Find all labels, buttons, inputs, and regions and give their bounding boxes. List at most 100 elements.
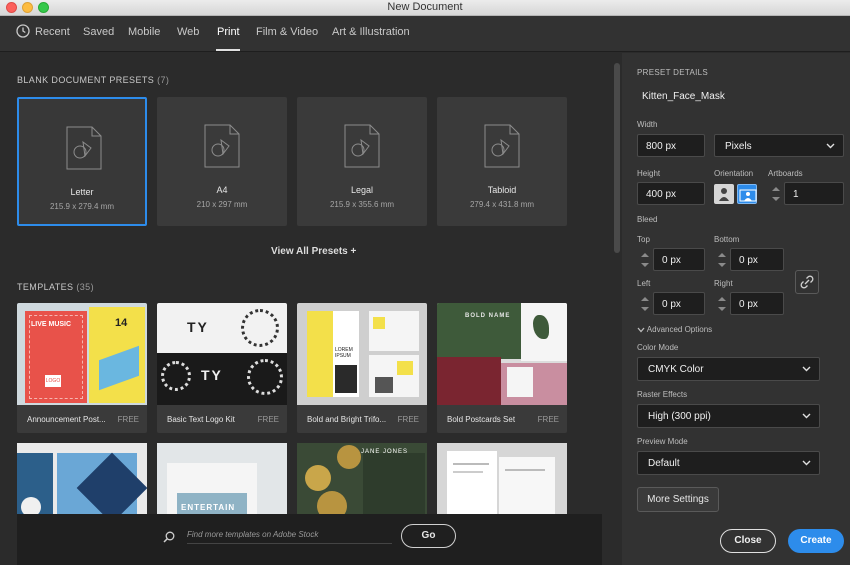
close-button[interactable]: Close xyxy=(720,529,776,553)
artboards-label: Artboards xyxy=(768,169,803,178)
tab-art-illustration[interactable]: Art & Illustration xyxy=(332,26,410,38)
raster-effects-label: Raster Effects xyxy=(637,390,688,399)
link-bleed-button[interactable] xyxy=(795,270,819,294)
bleed-right-stepper[interactable] xyxy=(714,293,730,315)
tab-recent[interactable]: Recent xyxy=(35,26,70,38)
stepper-down-icon[interactable] xyxy=(772,197,780,201)
height-value: 400 px xyxy=(646,189,677,200)
template-thumb-text: JANE JONES xyxy=(361,449,409,455)
chevron-down-icon xyxy=(802,460,811,466)
template-name: Bold and Bright Trifo... xyxy=(307,415,387,424)
more-settings-button[interactable]: More Settings xyxy=(637,487,719,512)
stepper-up-icon[interactable] xyxy=(718,297,726,301)
bleed-bottom-input[interactable]: 0 px xyxy=(730,248,784,271)
window-titlebar: New Document xyxy=(0,0,850,16)
document-shapes-icon xyxy=(484,124,520,168)
bleed-label: Bleed xyxy=(637,215,658,224)
chevron-down-icon xyxy=(802,366,811,372)
landscape-icon xyxy=(739,189,757,202)
stepper-up-icon[interactable] xyxy=(772,187,780,191)
search-icon xyxy=(163,531,175,543)
template-free-badge: FREE xyxy=(537,415,559,424)
bleed-bottom-value: 0 px xyxy=(739,255,758,266)
bleed-left-stepper[interactable] xyxy=(637,293,653,315)
template-announcement-poster[interactable]: LIVE MUSIC LOGO 14 Announcement Post... … xyxy=(17,303,147,433)
artboards-input[interactable]: 1 xyxy=(784,182,844,205)
color-mode-label: Color Mode xyxy=(637,343,679,352)
document-shapes-icon xyxy=(204,124,240,168)
preset-name: Letter xyxy=(70,187,94,197)
template-name: Bold Postcards Set xyxy=(447,415,516,424)
presets-section-label: BLANK DOCUMENT PRESETS (7) xyxy=(17,75,169,85)
bleed-top-label: Top xyxy=(637,235,650,244)
stepper-down-icon[interactable] xyxy=(718,263,726,267)
units-value: Pixels xyxy=(725,141,752,152)
presets-scrollbar[interactable] xyxy=(612,53,622,565)
tab-web[interactable]: Web xyxy=(177,26,199,38)
go-button[interactable]: Go xyxy=(401,524,456,548)
tab-mobile[interactable]: Mobile xyxy=(128,26,160,38)
bleed-right-input[interactable]: 0 px xyxy=(730,292,784,315)
bleed-top-input[interactable]: 0 px xyxy=(653,248,705,271)
advanced-options-toggle[interactable]: Advanced Options xyxy=(637,325,712,334)
tab-saved[interactable]: Saved xyxy=(83,26,114,38)
stepper-up-icon[interactable] xyxy=(718,253,726,257)
stepper-down-icon[interactable] xyxy=(641,307,649,311)
template-bold-bright-trifold[interactable]: LOREM IPSUM Bold and Bright Trifo... FRE… xyxy=(297,303,427,433)
raster-effects-select[interactable]: High (300 ppi) xyxy=(637,404,820,428)
height-input[interactable]: 400 px xyxy=(637,182,705,205)
preset-details-panel: PRESET DETAILS Kitten_Face_Mask Width 80… xyxy=(622,53,850,565)
stepper-down-icon[interactable] xyxy=(718,307,726,311)
preset-legal[interactable]: Legal 215.9 x 355.6 mm xyxy=(297,97,427,226)
tab-film-video[interactable]: Film & Video xyxy=(256,26,318,38)
document-name-input[interactable]: Kitten_Face_Mask xyxy=(642,91,725,102)
portrait-icon xyxy=(719,188,729,201)
preset-a4[interactable]: A4 210 x 297 mm xyxy=(157,97,287,226)
preview-mode-select[interactable]: Default xyxy=(637,451,820,475)
preset-tabloid[interactable]: Tabloid 279.4 x 431.8 mm xyxy=(437,97,567,226)
templates-section-label: TEMPLATES (35) xyxy=(17,282,94,292)
stock-search-input[interactable]: Find more templates on Adobe Stock xyxy=(187,530,392,544)
bleed-top-stepper[interactable] xyxy=(637,249,653,271)
preset-name: Tabloid xyxy=(487,185,517,195)
chevron-down-icon xyxy=(802,413,811,419)
preset-letter[interactable]: Letter 215.9 x 279.4 mm xyxy=(17,97,147,226)
landscape-orientation-button[interactable] xyxy=(737,184,757,204)
portrait-orientation-button[interactable] xyxy=(714,184,734,204)
template-basic-text-logo-kit[interactable]: TY TY Basic Text Logo Kit FREE xyxy=(157,303,287,433)
bleed-left-label: Left xyxy=(637,279,651,288)
link-icon xyxy=(800,275,814,289)
artboards-value: 1 xyxy=(793,189,799,200)
template-thumb-text: BOLD NAME xyxy=(465,313,511,319)
template-thumb-logo: LOGO xyxy=(45,375,61,387)
width-value: 800 px xyxy=(646,141,677,152)
stepper-up-icon[interactable] xyxy=(641,297,649,301)
preview-mode-label: Preview Mode xyxy=(637,437,688,446)
templates-count: (35) xyxy=(76,282,94,292)
stepper-up-icon[interactable] xyxy=(641,253,649,257)
tab-print[interactable]: Print xyxy=(217,26,240,38)
template-free-badge: FREE xyxy=(397,415,419,424)
orientation-label: Orientation xyxy=(714,169,754,178)
preset-dimensions: 215.9 x 279.4 mm xyxy=(49,202,115,211)
templates-section-title: TEMPLATES xyxy=(17,282,74,292)
template-name: Announcement Post... xyxy=(27,415,106,424)
width-input[interactable]: 800 px xyxy=(637,134,705,157)
preview-mode-value: Default xyxy=(648,458,680,469)
stepper-down-icon[interactable] xyxy=(641,263,649,267)
artboards-stepper[interactable] xyxy=(768,183,784,205)
view-all-presets-link[interactable]: View All Presets + xyxy=(271,246,356,257)
color-mode-select[interactable]: CMYK Color xyxy=(637,357,820,381)
bleed-bottom-stepper[interactable] xyxy=(714,249,730,271)
preset-dimensions: 210 x 297 mm xyxy=(196,200,248,209)
active-tab-indicator xyxy=(216,49,240,51)
create-button[interactable]: Create xyxy=(788,529,844,553)
width-label: Width xyxy=(637,120,658,129)
template-free-badge: FREE xyxy=(257,415,279,424)
scrollbar-thumb[interactable] xyxy=(614,63,620,253)
units-select[interactable]: Pixels xyxy=(714,134,844,157)
template-bold-postcards-set[interactable]: BOLD NAME Bold Postcards Set FREE xyxy=(437,303,567,433)
template-thumb-text: TY xyxy=(187,319,209,335)
bleed-left-input[interactable]: 0 px xyxy=(653,292,705,315)
template-thumb-text: ENTERTAIN xyxy=(181,503,236,512)
